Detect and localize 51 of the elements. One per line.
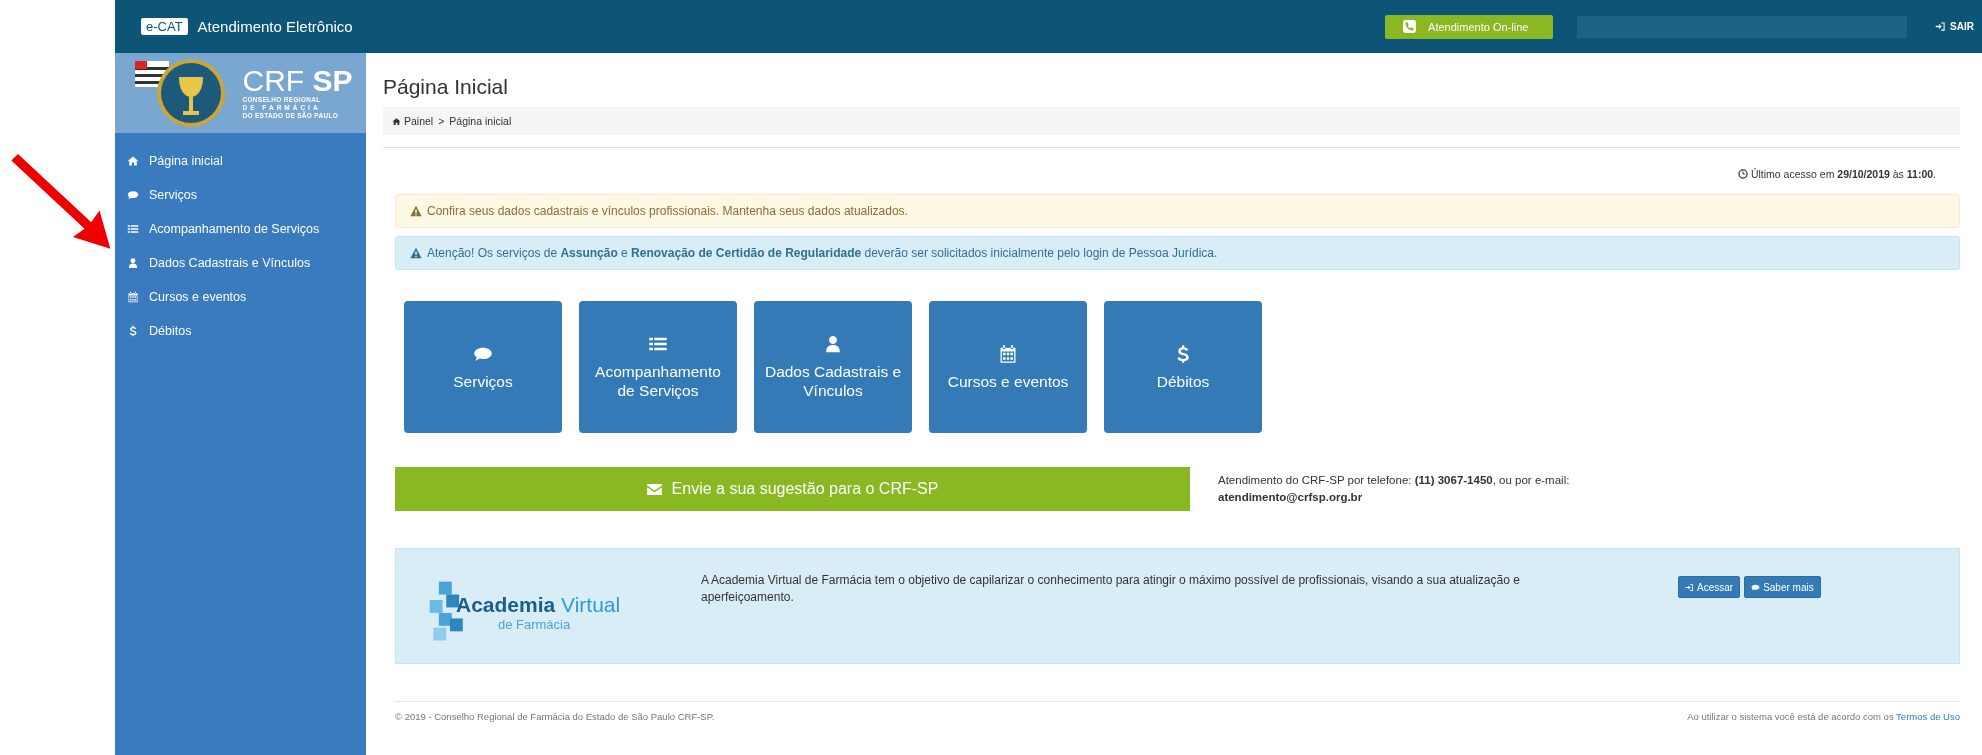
logout-link[interactable]: SAIR	[1935, 21, 1974, 32]
shortcut-tile[interactable]: Débitos	[1104, 301, 1262, 433]
sidebar-item[interactable]: Acompanhamento de Serviços	[115, 212, 366, 246]
suggestion-button[interactable]: Envie a sua sugestão para o CRF-SP	[395, 467, 1190, 511]
home-icon	[127, 155, 139, 167]
shortcut-tile[interactable]: Serviços	[404, 301, 562, 433]
user-icon	[823, 334, 843, 354]
contact-text: Atendimento do CRF-SP por telefone: (11) 3067-1450, ou por e-mail:	[1218, 473, 1570, 488]
last-access-text: Último acesso em 29/10/2019 às 11:00.	[1750, 168, 1936, 180]
calendar-icon	[127, 291, 139, 303]
calendar-icon	[998, 343, 1018, 364]
terms-link[interactable]: Termos de Uso	[1896, 711, 1960, 722]
shortcut-tile[interactable]: Acompanhamento de Serviços	[579, 301, 737, 433]
phone-icon	[1403, 20, 1417, 33]
envelope-icon	[646, 483, 662, 495]
comment-icon	[1751, 582, 1761, 592]
academy-description: A Academia Virtual de Farmácia tem o objetivo de capilarizar o conhecimento para atingir o máximo possível de profissionais, visando a sua atualização e aperfeiçoamento.	[701, 572, 1521, 606]
sidebar-item[interactable]: Cursos e eventos	[115, 280, 366, 314]
sidebar-item[interactable]: Débitos	[115, 314, 366, 348]
app-badge: e-CAT	[141, 18, 188, 35]
comment-icon	[127, 189, 139, 201]
breadcrumb-link[interactable]: Página inicial	[449, 115, 512, 127]
shortcut-tile[interactable]: Cursos e eventos	[929, 301, 1087, 433]
alert-text: Confira seus dados cadastrais e vínculos profissionais. Mantenha seus dados atualizados.	[427, 204, 908, 218]
page-title: Página Inicial	[383, 74, 509, 100]
breadcrumb-separator: >	[438, 115, 445, 127]
sidebar-item[interactable]: Página inicial	[115, 144, 366, 178]
sidebar-item[interactable]: Dados Cadastrais e Vínculos	[115, 246, 366, 280]
breadcrumb-link[interactable]: Painel	[392, 115, 434, 127]
user-icon	[127, 257, 139, 269]
sign-out-icon	[1935, 21, 1947, 32]
app-title: Atendimento Eletrônico	[197, 18, 353, 35]
home-icon	[392, 116, 401, 126]
dollar-icon	[127, 325, 139, 337]
list-icon	[127, 223, 139, 235]
terms-text: Ao utilizar o sistema você está de acordo com os	[1687, 711, 1894, 722]
academy-button[interactable]: Acessar	[1678, 576, 1741, 598]
email-link[interactable]: atendimento@crfsp.org.br	[1218, 489, 1363, 506]
academy-button[interactable]: Saber mais	[1744, 576, 1821, 598]
sign-in-icon	[1685, 582, 1694, 592]
academy-logo-subtitle: de Farmácia	[497, 616, 571, 632]
logo-wordmark: CRF SP	[242, 64, 353, 97]
warning-icon	[410, 247, 422, 259]
academy-logo-text: Academia Virtual	[456, 592, 621, 617]
clock-icon	[1737, 169, 1748, 179]
alert-text: Atenção! Os serviços de Assunção e Renovação de Certidão de Regularidade deverão ser solicitados inicialmente pelo login de Pessoa Jurídica.	[427, 246, 1218, 260]
shortcut-tile[interactable]: Dados Cadastrais e Vínculos	[754, 301, 912, 433]
online-support-button[interactable]: Atendimento On-line	[1385, 14, 1554, 39]
sidebar-item[interactable]: Serviços	[115, 178, 366, 212]
warning-icon	[410, 205, 422, 217]
copyright-text: © 2019 - Conselho Regional de Farmácia do Estado de São Paulo CRF-SP.	[395, 711, 715, 722]
